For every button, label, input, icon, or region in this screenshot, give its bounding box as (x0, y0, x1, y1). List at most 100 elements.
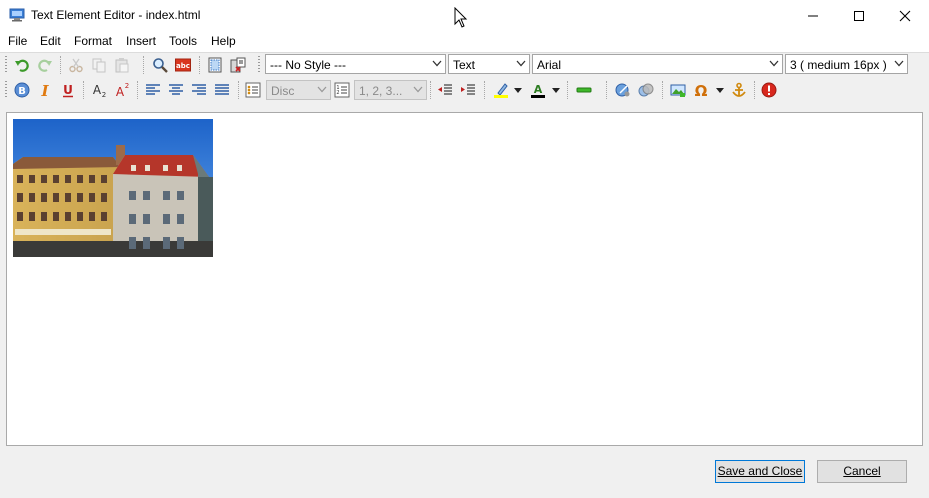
number-style-value: 1, 2, 3... (359, 84, 403, 98)
font-select[interactable]: Arial (532, 54, 783, 74)
superscript-icon: A2 (116, 82, 129, 98)
spellcheck-icon: abc (175, 58, 191, 72)
bullet-list-button[interactable] (243, 80, 263, 100)
help-about-button[interactable] (759, 80, 779, 100)
bullet-list-icon (245, 82, 261, 98)
italic-button[interactable]: I (35, 80, 55, 100)
paste-text-icon (230, 57, 246, 73)
horizontal-rule-icon (576, 87, 592, 93)
numbered-list-icon: 12 (334, 82, 350, 98)
unlink-icon (638, 83, 654, 97)
bullet-style-select[interactable]: Disc (266, 80, 331, 100)
menu-insert[interactable]: Insert (126, 34, 156, 48)
anchor-icon (732, 82, 746, 97)
outdent-button[interactable] (435, 80, 455, 100)
copy-button[interactable] (89, 55, 109, 75)
close-icon (899, 10, 911, 22)
svg-text:I: I (40, 82, 49, 98)
link-icon (615, 83, 630, 97)
align-center-button[interactable] (166, 80, 186, 100)
chevron-down-icon (432, 60, 442, 67)
remove-link-button[interactable] (636, 80, 656, 100)
font-select-value: Arial (537, 58, 562, 72)
style-select[interactable]: --- No Style --- (265, 54, 446, 74)
font-color-button[interactable]: A (528, 80, 548, 100)
minimize-button[interactable] (790, 0, 836, 31)
menu-edit[interactable]: Edit (40, 34, 61, 48)
subscript-icon: A2 (93, 83, 106, 98)
toolbar-row-1: abc --- No Style --- Text Arial 3 ( medi… (0, 53, 929, 77)
special-character-button[interactable]: Ω (691, 80, 711, 100)
underline-button[interactable]: U (58, 80, 78, 100)
bold-button[interactable]: B (12, 80, 32, 100)
font-color-icon: A (531, 83, 545, 98)
highlight-dropdown-icon[interactable] (514, 88, 522, 94)
undo-button[interactable] (12, 55, 32, 75)
svg-text:2: 2 (336, 90, 339, 96)
undo-icon (15, 59, 29, 72)
menu-help[interactable]: Help (211, 34, 236, 48)
bold-icon: B (14, 82, 30, 98)
app-icon (9, 8, 25, 22)
insert-link-button[interactable] (613, 80, 633, 100)
menu-format[interactable]: Format (74, 34, 112, 48)
font-color-dropdown-icon[interactable] (552, 88, 560, 94)
align-right-button[interactable] (189, 80, 209, 100)
save-and-close-button[interactable]: Save and Close (715, 460, 805, 483)
bullet-style-value: Disc (271, 84, 295, 98)
block-format-value: Text (453, 58, 476, 72)
font-size-select[interactable]: 3 ( medium 16px ) (785, 54, 908, 74)
svg-text:A: A (534, 83, 543, 96)
chevron-down-icon (413, 86, 423, 93)
special-character-dropdown-icon[interactable] (716, 88, 724, 94)
align-right-icon (192, 84, 206, 95)
cancel-button[interactable]: Cancel (817, 460, 907, 483)
horizontal-rule-button[interactable] (574, 80, 594, 100)
toolbar-grip (5, 56, 7, 74)
search-icon (153, 58, 168, 73)
editor-content-area[interactable] (6, 112, 923, 446)
chevron-down-icon (894, 60, 904, 67)
justify-icon (215, 84, 229, 95)
svg-text:U: U (63, 83, 73, 97)
svg-text:B: B (18, 86, 26, 97)
paste-icon (115, 58, 129, 73)
insert-image-button[interactable] (668, 80, 688, 100)
numbered-list-button[interactable]: 12 (332, 80, 352, 100)
highlight-color-button[interactable] (491, 80, 511, 100)
redo-icon (38, 59, 52, 72)
image-icon (670, 84, 686, 97)
subscript-button[interactable]: A2 (89, 80, 109, 100)
building-photo (13, 119, 213, 257)
justify-button[interactable] (212, 80, 232, 100)
alert-icon (761, 82, 777, 98)
menu-bar: File Edit Format Insert Tools Help (0, 31, 929, 53)
chevron-down-icon (516, 60, 526, 67)
maximize-button[interactable] (836, 0, 882, 31)
close-button[interactable] (882, 0, 928, 31)
select-all-icon (208, 57, 222, 73)
insert-anchor-button[interactable] (729, 80, 749, 100)
paste-text-button[interactable] (228, 55, 248, 75)
chevron-down-icon (317, 86, 327, 93)
indent-button[interactable] (458, 80, 478, 100)
align-center-icon (169, 84, 183, 95)
menu-tools[interactable]: Tools (169, 34, 197, 48)
redo-button[interactable] (35, 55, 55, 75)
copy-icon (92, 58, 106, 73)
omega-icon: Ω (695, 82, 708, 98)
select-all-button[interactable] (205, 55, 225, 75)
menu-file[interactable]: File (8, 34, 27, 48)
align-left-button[interactable] (143, 80, 163, 100)
paste-button[interactable] (112, 55, 132, 75)
spellcheck-button[interactable]: abc (173, 55, 193, 75)
cut-button[interactable] (66, 55, 86, 75)
find-button[interactable] (150, 55, 170, 75)
mouse-cursor-icon (454, 7, 468, 28)
number-style-select[interactable]: 1, 2, 3... (354, 80, 427, 100)
block-format-select[interactable]: Text (448, 54, 530, 74)
superscript-button[interactable]: A2 (112, 80, 132, 100)
highlighter-icon (494, 83, 508, 98)
chevron-down-icon (769, 60, 779, 67)
svg-text:A: A (93, 83, 102, 97)
